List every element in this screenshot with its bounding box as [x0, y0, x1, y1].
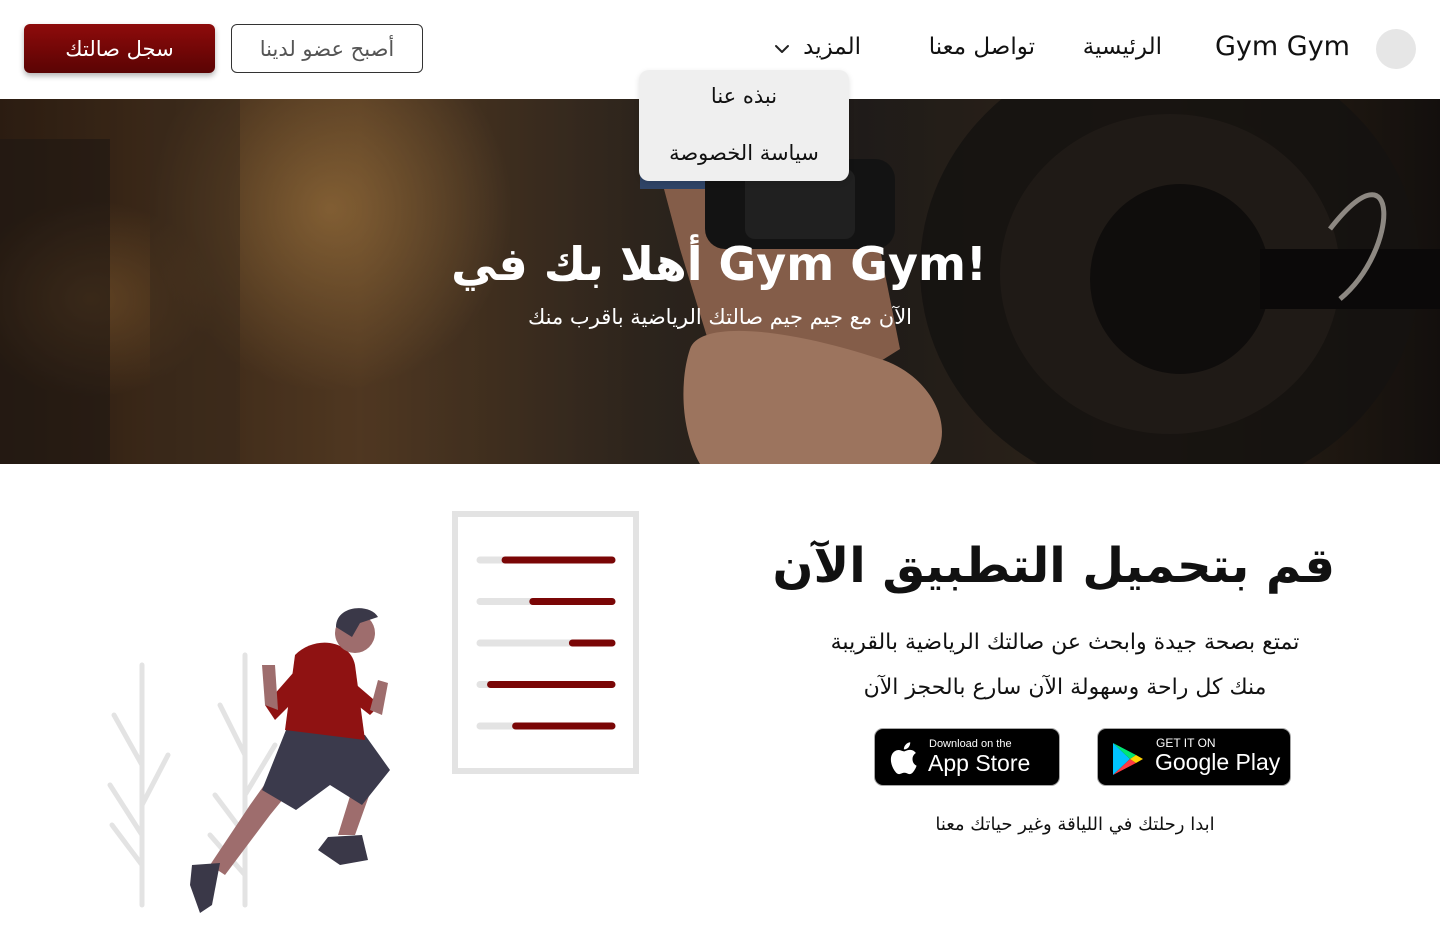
dropdown-item-privacy[interactable]: سياسة الخصوصة	[639, 141, 849, 165]
runner-figure	[190, 608, 390, 913]
nav-more-dropdown[interactable]: المزيد	[803, 34, 861, 60]
google-play-small-text: GET IT ON	[1156, 736, 1216, 750]
hero-title-text: أهلا بك في Gym Gym!	[451, 237, 987, 291]
google-play-icon	[1113, 743, 1143, 775]
nav-home-link[interactable]: الرئيسية	[1083, 34, 1162, 60]
plant-left	[107, 662, 171, 908]
download-description-line2: منك كل راحة وسهولة الآن سارع بالحجز الآن	[863, 675, 1267, 700]
brand-name[interactable]: Gym Gym	[1215, 31, 1350, 62]
app-store-button[interactable]: Download on the App Store	[874, 728, 1060, 786]
register-gym-button[interactable]: سجل صالتك	[24, 24, 215, 73]
logo-icon[interactable]	[1376, 29, 1416, 69]
download-tagline: ابدا رحلتك في اللياقة وغير حياتك معنا	[935, 814, 1215, 835]
chevron-down-icon[interactable]	[773, 40, 791, 58]
more-dropdown-menu: نبذه عنا سياسة الخصوصة	[639, 70, 849, 181]
become-member-button[interactable]: أصبح عضو لدينا	[231, 24, 423, 73]
download-description-line1: تمتع بصحة جيدة وابحث عن صالتك الرياضية ب…	[830, 630, 1300, 655]
hero-title: أهلا بك في Gym Gym!	[0, 237, 1440, 291]
app-store-small-text: Download on the	[929, 738, 1012, 750]
download-title: قم بتحميل التطبيق الآن	[772, 538, 1335, 594]
dropdown-item-about[interactable]: نبذه عنا	[639, 84, 849, 108]
hero-subtitle: الآن مع جيم جيم صالتك الرياضية باقرب منك	[527, 305, 913, 329]
nav-contact-link[interactable]: تواصل معنا	[929, 34, 1035, 60]
app-store-big-text: App Store	[928, 750, 1031, 776]
google-play-big-text: Google Play	[1155, 749, 1281, 775]
apple-icon	[890, 742, 917, 775]
runner-illustration	[107, 511, 639, 913]
google-play-button[interactable]: GET IT ON Google Play	[1097, 728, 1291, 786]
